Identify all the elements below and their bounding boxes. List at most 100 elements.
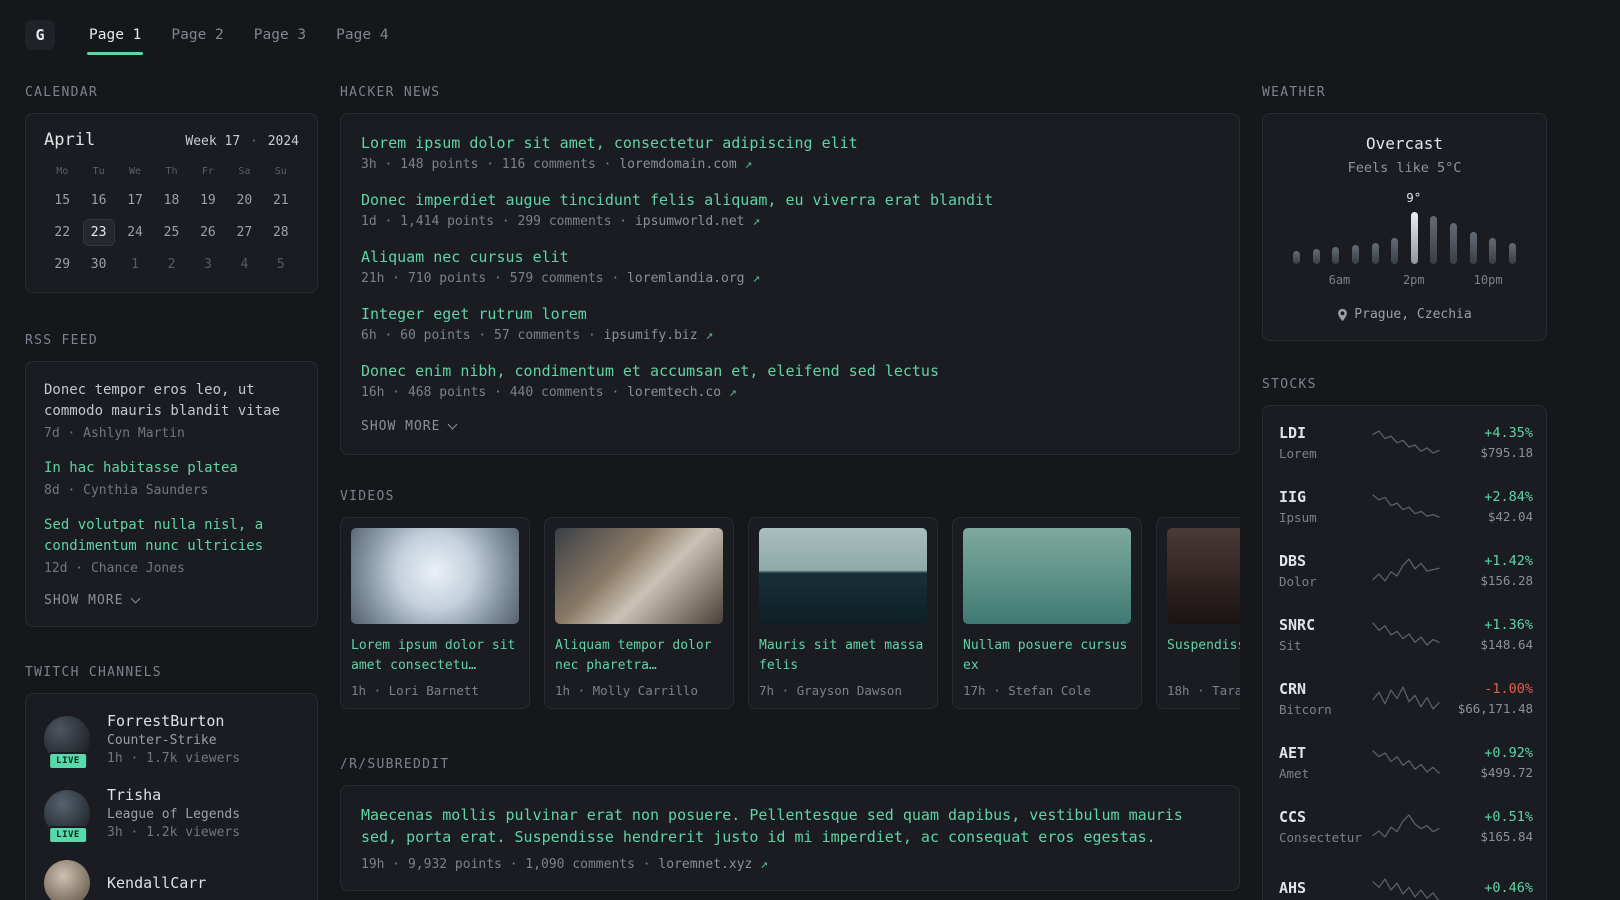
- stock-change: +1.36%: [1484, 616, 1533, 633]
- video-thumbnail[interactable]: [555, 528, 723, 624]
- tab-page-2[interactable]: Page 2: [169, 0, 225, 70]
- stock-row[interactable]: IIG Ipsum +2.84% $42.04: [1279, 474, 1533, 538]
- stock-change: +1.42%: [1484, 552, 1533, 569]
- rss-item-title[interactable]: Donec tempor eros leo, ut commodo mauris…: [44, 380, 299, 422]
- stock-row[interactable]: SNRC Sit +1.36% $148.64: [1279, 602, 1533, 666]
- hn-item: Donec enim nibh, condimentum et accumsan…: [361, 362, 1219, 400]
- calendar-day-next-month: 1: [131, 257, 139, 272]
- stock-row[interactable]: AET Amet +0.92% $499.72: [1279, 730, 1533, 794]
- page-tabs: Page 1 Page 2 Page 3 Page 4: [87, 0, 391, 70]
- chevron-down-icon: [448, 419, 458, 430]
- calendar-day: 29: [54, 257, 71, 272]
- hn-show-more-button[interactable]: SHOW MORE: [361, 419, 1219, 434]
- rss-show-more-button[interactable]: SHOW MORE: [44, 593, 299, 608]
- twitch-channel[interactable]: LIVE Trisha League of Legends 3h · 1.2k …: [44, 786, 299, 844]
- tab-page-1[interactable]: Page 1: [87, 0, 144, 70]
- hn-source-link[interactable]: loremlandia.org: [627, 271, 744, 286]
- hn-item: Lorem ipsum dolor sit amet, consectetur …: [361, 134, 1219, 172]
- tab-page-3[interactable]: Page 3: [252, 0, 308, 70]
- stock-price: $148.64: [1480, 636, 1533, 652]
- video-card[interactable]: Suspendisse diam 18h · Tara: [1156, 517, 1240, 709]
- hn-item-title[interactable]: Integer eget rutrum lorem: [361, 305, 1219, 323]
- channel-category: Counter-Strike: [107, 733, 217, 748]
- channel-info: Trisha League of Legends 3h · 1.2k viewe…: [107, 786, 240, 840]
- stock-row[interactable]: AHS +0.46%: [1279, 858, 1533, 900]
- video-card[interactable]: Nullam posuere cursus ex 17h · Stefan Co…: [952, 517, 1142, 709]
- stock-row[interactable]: CCS Consectetur +0.51% $165.84: [1279, 794, 1533, 858]
- reddit-meta-text: 19h · 9,932 points · 1,090 comments ·: [361, 857, 659, 872]
- calendar-day: 24: [127, 225, 143, 240]
- twitch-section: TWITCH CHANNELS LIVE ForrestBurton Count…: [25, 665, 318, 900]
- hn-item-title[interactable]: Aliquam nec cursus elit: [361, 248, 1219, 266]
- video-title[interactable]: Lorem ipsum dolor sit amet consectetu…: [351, 636, 519, 677]
- stock-row[interactable]: CRN Bitcorn -1.00% $66,171.48: [1279, 666, 1533, 730]
- hn-source-link[interactable]: loremdomain.com: [619, 157, 736, 172]
- stock-price: $66,171.48: [1457, 700, 1533, 716]
- hn-source-link[interactable]: ipsumify.biz: [604, 328, 698, 343]
- stock-name: Sit: [1279, 637, 1302, 653]
- reddit-post-title[interactable]: Maecenas mollis pulvinar erat non posuer…: [361, 804, 1219, 848]
- tab-page-4[interactable]: Page 4: [334, 0, 390, 70]
- videos-section: VIDEOS Lorem ipsum dolor sit amet consec…: [340, 489, 1240, 709]
- video-card[interactable]: Mauris sit amet massa felis 7h · Grayson…: [748, 517, 938, 709]
- stock-name: Bitcorn: [1279, 701, 1332, 717]
- video-title[interactable]: Aliquam tempor dolor nec pharetra…: [555, 636, 723, 677]
- hn-item-meta: 16h · 468 points · 440 comments · loremt…: [361, 385, 1219, 400]
- calendar-day: 20: [236, 193, 253, 208]
- calendar-day: 21: [272, 193, 289, 208]
- video-thumbnail[interactable]: [963, 528, 1131, 624]
- stock-symbol: LDI: [1279, 423, 1307, 442]
- rss-item: Sed volutpat nulla nisl, a condimentum n…: [44, 515, 299, 576]
- hn-item-title[interactable]: Donec imperdiet augue tincidunt felis al…: [361, 191, 1219, 209]
- middle-column: HACKER NEWS Lorem ipsum dolor sit amet, …: [340, 85, 1240, 891]
- calendar-dow: Su: [274, 166, 287, 177]
- hn-item-title[interactable]: Lorem ipsum dolor sit amet, consectetur …: [361, 134, 1219, 152]
- stock-values: +0.51% $165.84: [1441, 809, 1533, 844]
- video-title[interactable]: Nullam posuere cursus ex: [963, 636, 1131, 677]
- stocks-section: STOCKS LDI Lorem +4.35% $795.18 IIG Ipsu…: [1262, 377, 1547, 900]
- app-logo[interactable]: G: [25, 20, 55, 50]
- stock-price: $42.04: [1487, 508, 1533, 524]
- video-thumbnail[interactable]: [759, 528, 927, 624]
- stock-row[interactable]: LDI Lorem +4.35% $795.18: [1279, 410, 1533, 474]
- rss-item-meta: 8d · Cynthia Saunders: [44, 483, 209, 498]
- calendar-section: CALENDAR April Week 17 · 2024 Mo Tu We T…: [25, 85, 318, 293]
- twitch-channel[interactable]: KendallCarr: [44, 860, 299, 900]
- stock-change: -1.00%: [1484, 680, 1533, 697]
- rss-item-title[interactable]: Sed volutpat nulla nisl, a condimentum n…: [44, 515, 299, 557]
- stock-row[interactable]: DBS Dolor +1.42% $156.28: [1279, 538, 1533, 602]
- stock-id: DBS Dolor: [1279, 552, 1371, 589]
- hn-item-meta: 6h · 60 points · 57 comments · ipsumify.…: [361, 328, 1219, 343]
- sparkline-chart: [1372, 878, 1440, 900]
- video-title[interactable]: Suspendisse diam: [1167, 636, 1240, 677]
- video-card[interactable]: Aliquam tempor dolor nec pharetra… 1h · …: [544, 517, 734, 709]
- reddit-source-link[interactable]: loremnet.xyz: [658, 857, 752, 872]
- section-title-weather: WEATHER: [1262, 85, 1326, 100]
- stock-price: $499.72: [1480, 764, 1533, 780]
- calendar-week-label: Week 17: [185, 134, 241, 149]
- stock-symbol: AHS: [1279, 879, 1307, 897]
- hn-source-link[interactable]: ipsumworld.net: [635, 214, 745, 229]
- chevron-down-icon: [131, 593, 141, 604]
- twitch-channel[interactable]: LIVE ForrestBurton Counter-Strike 1h · 1…: [44, 712, 299, 770]
- channel-avatar-wrap: LIVE: [44, 790, 92, 844]
- video-thumbnail[interactable]: [1167, 528, 1240, 624]
- stock-values: +1.42% $156.28: [1441, 553, 1533, 588]
- stock-symbol: IIG: [1279, 487, 1307, 506]
- live-badge: LIVE: [48, 826, 88, 844]
- calendar-day: 25: [163, 225, 180, 240]
- video-thumbnail[interactable]: [351, 528, 519, 624]
- video-title[interactable]: Mauris sit amet massa felis: [759, 636, 927, 677]
- channel-name: KendallCarr: [107, 874, 207, 892]
- stock-sparkline-wrap: [1371, 621, 1441, 647]
- rss-item: Donec tempor eros leo, ut commodo mauris…: [44, 380, 299, 441]
- stock-values: -1.00% $66,171.48: [1441, 681, 1533, 716]
- hn-item-title[interactable]: Donec enim nibh, condimentum et accumsan…: [361, 362, 1219, 380]
- video-meta: 1h · Molly Carrillo: [555, 683, 698, 698]
- rss-section: RSS FEED Donec tempor eros leo, ut commo…: [25, 333, 318, 627]
- hn-source-link[interactable]: loremtech.co: [627, 385, 721, 400]
- video-card[interactable]: Lorem ipsum dolor sit amet consectetu… 1…: [340, 517, 530, 709]
- reddit-post-meta: 19h · 9,932 points · 1,090 comments · lo…: [361, 857, 1219, 872]
- weather-widget: Overcast Feels like 5°C 9° 6am 2pm 10pm …: [1262, 113, 1547, 341]
- rss-item-title[interactable]: In hac habitasse platea: [44, 458, 299, 479]
